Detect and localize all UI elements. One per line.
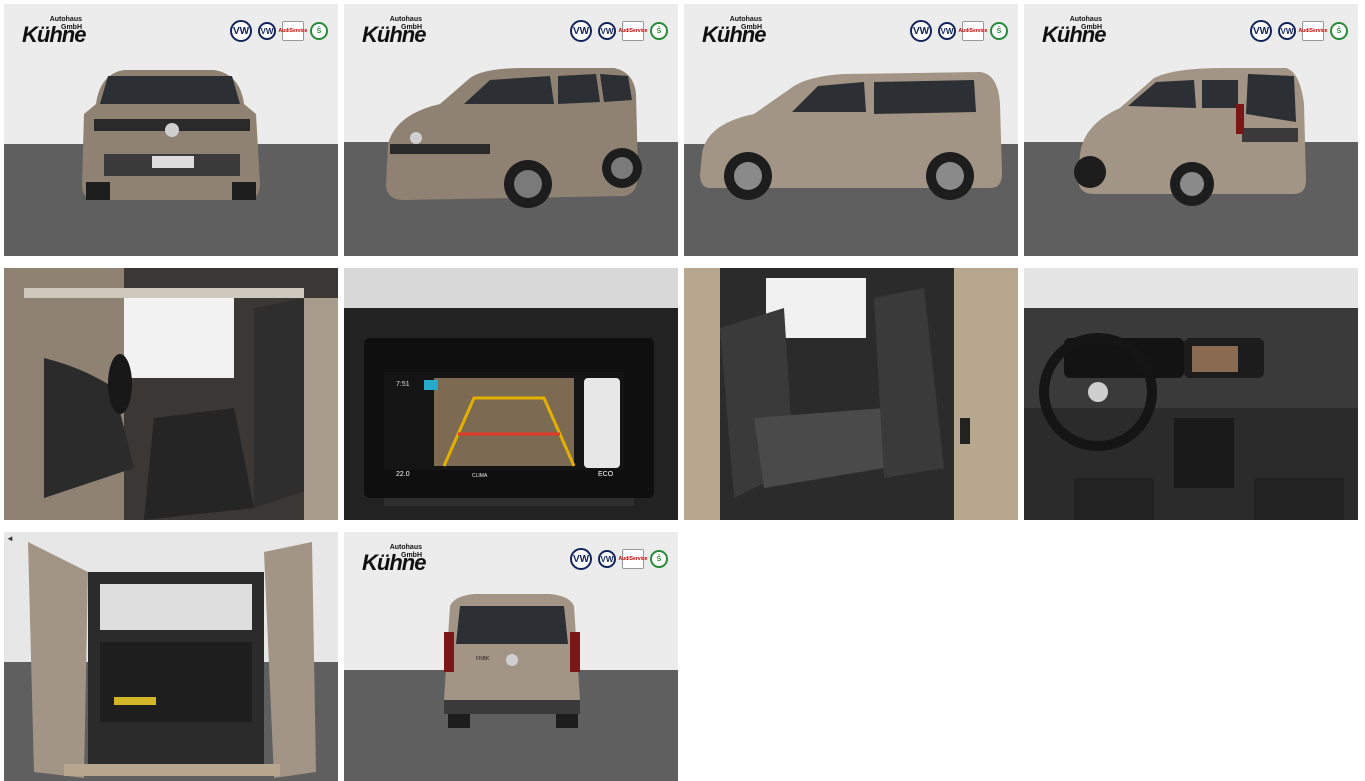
gallery-photo-rear-seats[interactable] [684,268,1018,520]
audi-service-logo-icon: Audi Service [619,21,647,41]
vw-logo-icon: VW [910,20,932,42]
audi-service-logo-icon: Audi Service [959,21,987,41]
skoda-logo-icon: Š [310,22,328,40]
brand-badges: VW VW Audi Service Š [230,20,328,42]
audi-service-logo-icon: Audi Service [279,21,307,41]
vw-commercial-logo-icon: VW [258,22,276,40]
vw-logo-icon: VW [570,20,592,42]
gallery-photo-front[interactable]: Kühne Autohaus GmbH VW VW Audi Service Š [4,4,338,256]
vw-logo-icon: VW [570,548,592,570]
skoda-logo-icon: Š [650,22,668,40]
screen-temperature-label: 22.0 [396,471,410,478]
gallery-photo-rear[interactable]: FNBK Kühne Autohaus GmbH VW VW Audi Servic… [344,532,678,781]
brand-badges: VW VW Audi Service Š [910,20,1008,42]
vw-commercial-logo-icon: VW [598,22,616,40]
gallery-photo-rear-quarter[interactable]: Kühne Autohaus GmbH VW VW Audi Service Š [1024,4,1358,256]
dealer-logo-subtext: Autohaus GmbH [729,16,762,31]
brand-badges: VW VW Audi Service Š [570,20,668,42]
dealer-logo-subtext: Autohaus GmbH [49,16,82,31]
screen-eco-label: ECO [598,471,614,478]
brand-badges: VW VW Audi Service Š [570,548,668,570]
gallery-photo-front-quarter[interactable]: Kühne Autohaus GmbH VW VW Audi Service Š [344,4,678,256]
photo-infotainment-svg [344,268,678,520]
skoda-logo-icon: Š [650,550,668,568]
gallery-photo-infotainment[interactable]: 7:51 22.0 CLIMA ECO [344,268,678,520]
screen-time-label: 7:51 [396,381,410,388]
rear-badge-label: FNBK [476,656,490,662]
dealer-logo-subtext: Autohaus GmbH [1069,16,1102,31]
audi-service-logo-icon: Audi Service [619,549,647,569]
photo-corner-mark: ◄ [6,534,14,543]
audi-service-logo-icon: Audi Service [1299,21,1327,41]
vw-logo-icon: VW [1250,20,1272,42]
gallery-photo-side[interactable]: Kühne Autohaus GmbH VW VW Audi Service Š [684,4,1018,256]
vw-commercial-logo-icon: VW [1278,22,1296,40]
vw-logo-icon: VW [230,20,252,42]
photo-cockpit-svg [1024,268,1358,520]
skoda-logo-icon: Š [990,22,1008,40]
gallery-photo-front-seats[interactable] [4,268,338,520]
photo-rear-seats-svg [684,268,1018,520]
photo-front-seats-svg [4,268,338,520]
screen-clima-button: CLIMA [472,473,488,479]
photo-gallery: Kühne Autohaus GmbH VW VW AudiService Š [0,0,1365,781]
vw-commercial-logo-icon: VW [598,550,616,568]
vw-commercial-logo-icon: VW [938,22,956,40]
photo-trunk-svg [4,532,338,781]
gallery-photo-cockpit[interactable] [1024,268,1358,520]
gallery-photo-trunk[interactable]: ◄ [4,532,338,781]
brand-badges: VW VW Audi Service Š [1250,20,1348,42]
dealer-logo-subtext: Autohaus GmbH [389,16,422,31]
skoda-logo-icon: Š [1330,22,1348,40]
dealer-logo-subtext: Autohaus GmbH [389,544,422,559]
